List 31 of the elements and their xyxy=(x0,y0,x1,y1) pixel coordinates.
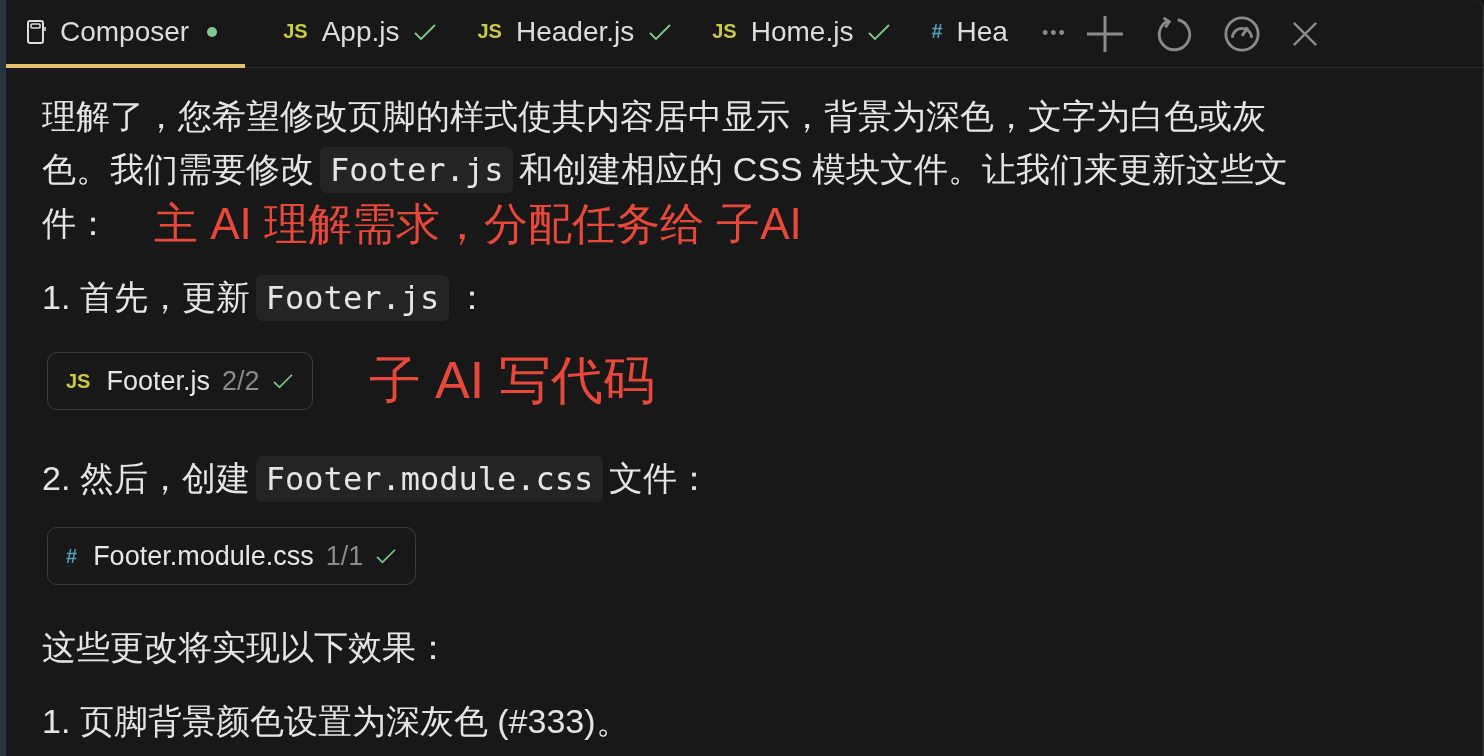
file-type-icon: JS xyxy=(283,20,308,43)
paragraph-line: 这些更改将实现以下效果： xyxy=(42,627,450,668)
paragraph-line: 1. 首先，更新 Footer.js ： xyxy=(42,271,490,325)
more-button[interactable]: ••• xyxy=(1041,23,1067,44)
file-type-icon: JS xyxy=(712,20,737,43)
file-type-icon: # xyxy=(66,544,78,568)
plus-icon[interactable] xyxy=(1084,13,1125,54)
change-count: 1/1 xyxy=(325,540,364,572)
close-icon[interactable] xyxy=(1290,19,1319,48)
file-type-icon: JS xyxy=(66,369,91,393)
annotation-text: 子 AI 写代码 xyxy=(368,350,655,411)
change-count: 2/2 xyxy=(222,365,260,397)
file-name: Footer.module.css xyxy=(93,540,314,572)
file-chip[interactable]: # Footer.module.css 1/1 xyxy=(47,527,417,585)
paragraph-line: 件： xyxy=(42,203,110,244)
file-type-icon: # xyxy=(931,20,943,43)
paragraph-line: 理解了，您希望修改页脚的样式使其内容居中显示，背景为深色，文字为白色或灰 xyxy=(42,96,1266,137)
paragraph-line: 色。我们需要修改 Footer.js 和创建相应的 CSS 模块文件。让我们来更新这些文 xyxy=(42,143,1289,197)
file-tab[interactable]: JS Home.js xyxy=(692,0,912,68)
composer-tab[interactable]: Composer xyxy=(6,0,246,68)
file-tab[interactable]: JS Header.js xyxy=(457,0,693,68)
file-tab[interactable]: # Hea xyxy=(911,0,1028,68)
file-chip[interactable]: JS Footer.js 2/2 xyxy=(47,352,313,410)
paragraph-line: 1. 页脚背景颜色设置为深灰色 (#333)。 xyxy=(42,701,630,742)
gauge-icon[interactable] xyxy=(1222,14,1261,53)
file-tab[interactable]: JS App.js xyxy=(245,0,458,68)
paragraph-line: 2. 然后，创建 Footer.module.css 文件： xyxy=(42,452,712,506)
notebook-icon xyxy=(26,18,46,45)
annotation-text: 主 AI 理解需求，分配任务给 子AI xyxy=(154,198,802,250)
file-name: Footer.js xyxy=(106,365,210,397)
file-type-icon: JS xyxy=(477,20,502,43)
